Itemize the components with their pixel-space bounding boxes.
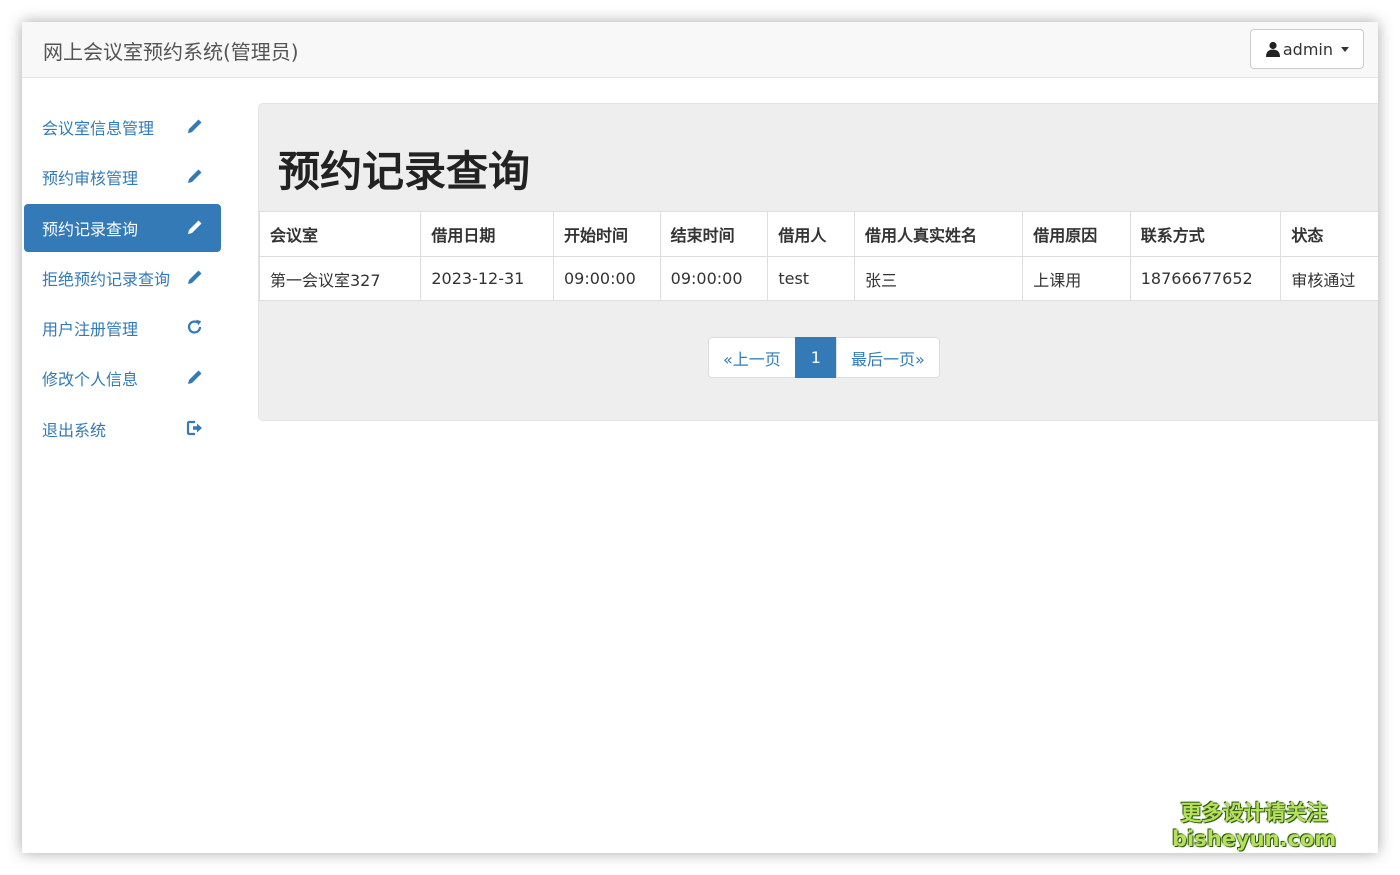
app-title[interactable]: 网上会议室预约系统(管理员) bbox=[43, 36, 299, 65]
refresh-icon bbox=[186, 318, 204, 336]
pencil-icon bbox=[186, 368, 204, 386]
sidebar-item-logout[interactable]: 退出系统 bbox=[24, 405, 221, 453]
cell-date: 2023-12-31 bbox=[420, 256, 554, 301]
column-header-real-name: 借用人真实姓名 bbox=[853, 211, 1024, 257]
sidebar-item-rejected[interactable]: 拒绝预约记录查询 bbox=[24, 254, 221, 302]
column-header-end-time: 结束时间 bbox=[659, 211, 769, 257]
sidebar-nav: 会议室信息管理 预约审核管理 预约记录查询 拒绝预约记录查询 用户注册管理 修改… bbox=[24, 103, 221, 455]
column-header-borrower: 借用人 bbox=[767, 211, 855, 257]
sidebar-item-room-info[interactable]: 会议室信息管理 bbox=[24, 103, 221, 151]
page-title: 预约记录查询 bbox=[278, 147, 531, 196]
watermark: 更多设计请关注 bisheyun.com bbox=[1172, 800, 1336, 852]
user-name: admin bbox=[1282, 39, 1333, 59]
sidebar-item-records[interactable]: 预约记录查询 bbox=[24, 203, 221, 252]
user-icon bbox=[1265, 41, 1281, 57]
prev-page-button[interactable]: «上一页 bbox=[708, 337, 796, 378]
cell-end-time: 09:00:00 bbox=[659, 256, 769, 301]
pencil-icon bbox=[186, 117, 204, 135]
cell-real-name: 张三 bbox=[853, 256, 1024, 301]
column-header-date: 借用日期 bbox=[420, 211, 554, 257]
sidebar-item-label: 修改个人信息 bbox=[42, 370, 139, 390]
watermark-line-2: bisheyun.com bbox=[1172, 827, 1337, 851]
cell-reason: 上课用 bbox=[1022, 256, 1131, 301]
column-header-contact: 联系方式 bbox=[1129, 211, 1282, 257]
pencil-icon bbox=[186, 167, 204, 185]
cell-contact: 18766677652 bbox=[1129, 256, 1282, 301]
sidebar-item-label: 会议室信息管理 bbox=[42, 119, 155, 138]
pencil-icon bbox=[186, 218, 204, 236]
watermark-line-1: 更多设计请关注 bbox=[1180, 801, 1328, 825]
table-header-row: 会议室 借用日期 开始时间 结束时间 借用人 借用人真实姓名 借用原因 联系方式… bbox=[258, 211, 1378, 257]
sidebar-item-user-register[interactable]: 用户注册管理 bbox=[24, 304, 221, 352]
column-header-start-time: 开始时间 bbox=[552, 211, 661, 257]
cell-status: 审核通过 bbox=[1280, 256, 1378, 301]
pagination: «上一页 1 最后一页» bbox=[708, 337, 940, 378]
cell-borrower: test bbox=[767, 256, 855, 301]
user-menu-button[interactable]: admin bbox=[1249, 29, 1364, 69]
column-header-reason: 借用原因 bbox=[1022, 211, 1131, 257]
app-window: 网上会议室预约系统(管理员) admin 会议室信息管理 预约审核管理 预约记录… bbox=[22, 22, 1378, 853]
caret-down-icon bbox=[1341, 46, 1349, 52]
sidebar-item-label: 预约记录查询 bbox=[42, 219, 139, 239]
column-header-status: 状态 bbox=[1280, 211, 1378, 257]
page-1-button[interactable]: 1 bbox=[794, 337, 837, 378]
cell-start-time: 09:00:00 bbox=[552, 256, 661, 301]
records-panel: 预约记录查询 会议室 借用日期 开始时间 结束时间 借用人 借用人真实姓名 借用… bbox=[258, 103, 1378, 421]
sidebar-item-label: 用户注册管理 bbox=[42, 320, 139, 340]
top-navbar: 网上会议室预约系统(管理员) admin bbox=[22, 22, 1378, 78]
sidebar-item-label: 退出系统 bbox=[42, 420, 107, 440]
logout-icon bbox=[186, 419, 204, 437]
pencil-icon bbox=[186, 268, 204, 286]
sidebar-item-label: 预约审核管理 bbox=[42, 169, 139, 189]
last-page-button[interactable]: 最后一页» bbox=[835, 337, 940, 378]
cell-room: 第一会议室327 bbox=[258, 256, 422, 301]
sidebar-item-label: 拒绝预约记录查询 bbox=[42, 269, 171, 289]
sidebar-item-review[interactable]: 预约审核管理 bbox=[24, 153, 221, 201]
records-table: 会议室 借用日期 开始时间 结束时间 借用人 借用人真实姓名 借用原因 联系方式… bbox=[258, 211, 1378, 301]
column-header-room: 会议室 bbox=[258, 211, 422, 257]
sidebar-item-profile[interactable]: 修改个人信息 bbox=[24, 354, 221, 402]
table-row: 第一会议室327 2023-12-31 09:00:00 09:00:00 te… bbox=[258, 256, 1378, 301]
